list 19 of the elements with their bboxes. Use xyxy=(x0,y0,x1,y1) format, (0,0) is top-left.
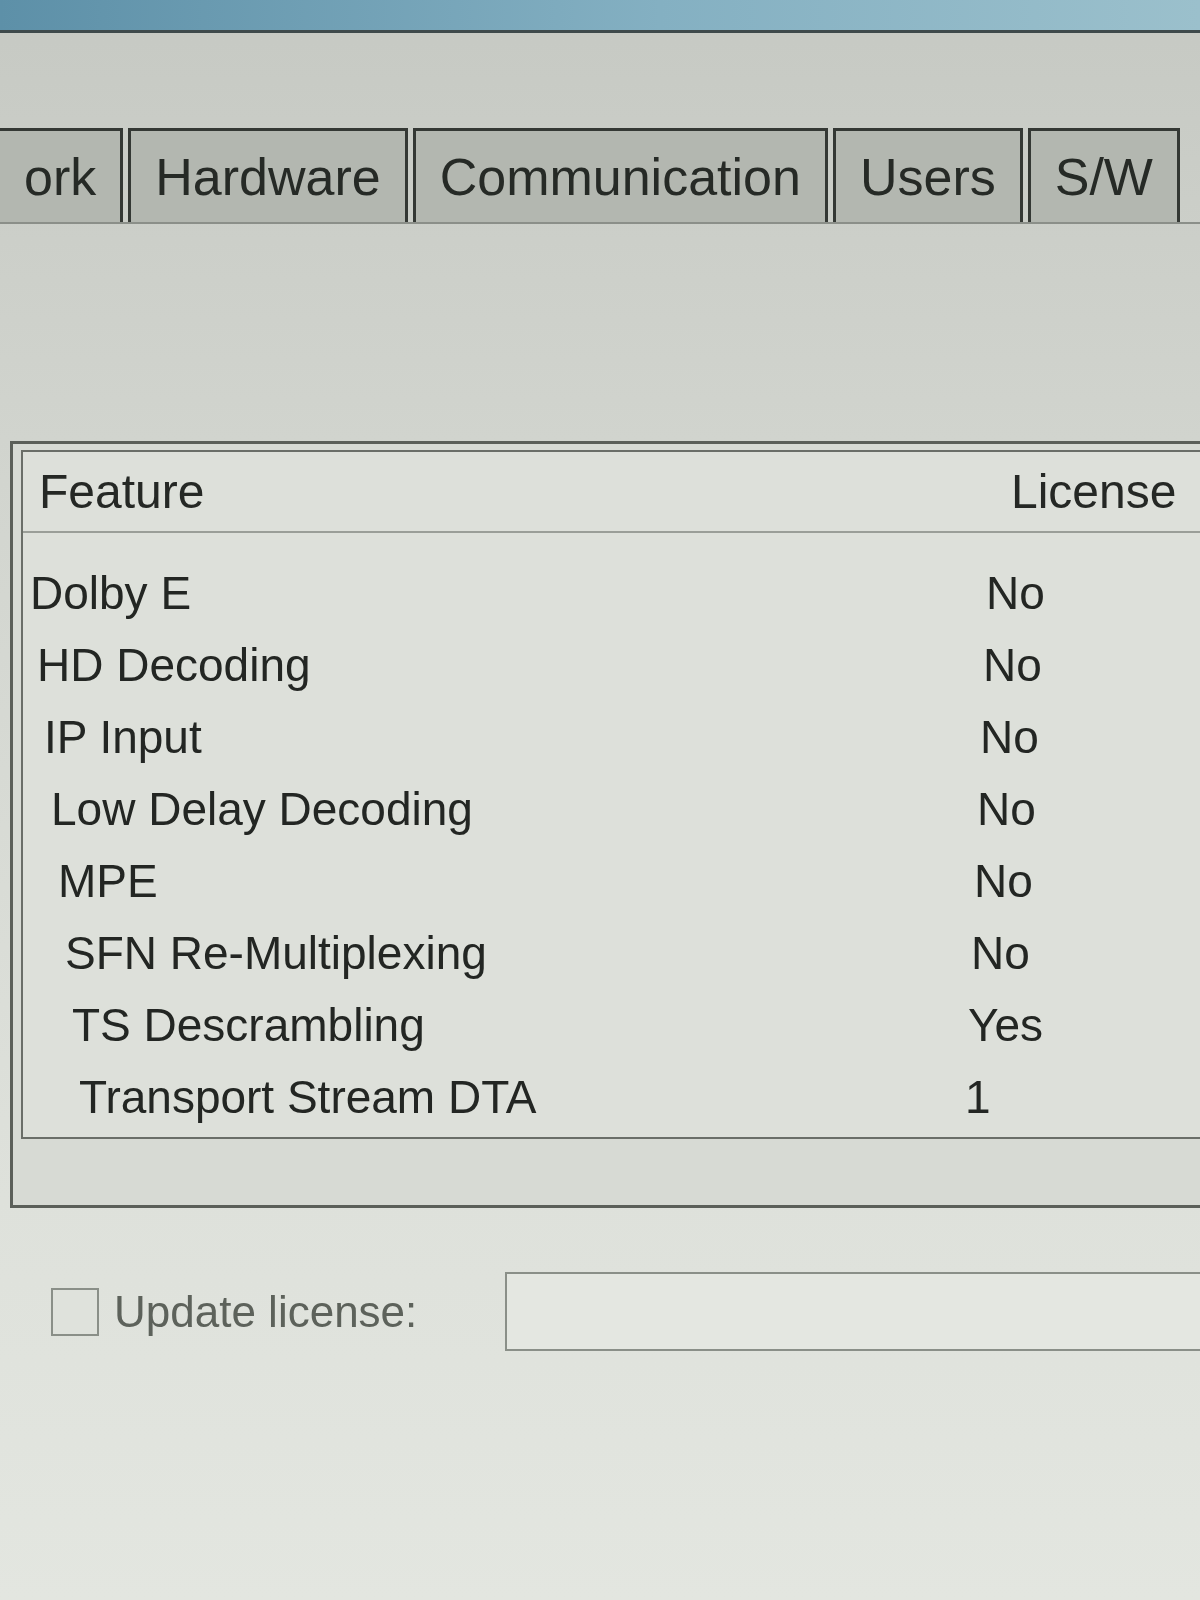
tab[interactable]: S/W xyxy=(1027,128,1180,222)
table-cell: Yes xyxy=(968,1002,1044,1048)
license-input[interactable] xyxy=(505,1272,1200,1351)
table-cell: No xyxy=(980,714,1039,760)
tab[interactable]: Communication xyxy=(412,128,828,222)
tab[interactable]: Users xyxy=(832,128,1023,222)
column-header[interactable]: License xyxy=(1011,467,1177,516)
table-cell: No xyxy=(983,642,1042,688)
table-cell: MPE xyxy=(58,858,158,904)
table-cell: No xyxy=(977,786,1036,832)
update-license-label: Update license: xyxy=(114,1289,418,1334)
tab[interactable]: ork xyxy=(0,128,124,222)
table-cell: 1 xyxy=(965,1074,991,1120)
table-cell: No xyxy=(986,570,1045,616)
checkbox[interactable] xyxy=(51,1287,99,1336)
table-cell: No xyxy=(971,930,1030,976)
table-cell: No xyxy=(974,858,1033,904)
tab[interactable]: Hardware xyxy=(128,128,408,222)
column-header[interactable]: Feature xyxy=(39,467,205,516)
